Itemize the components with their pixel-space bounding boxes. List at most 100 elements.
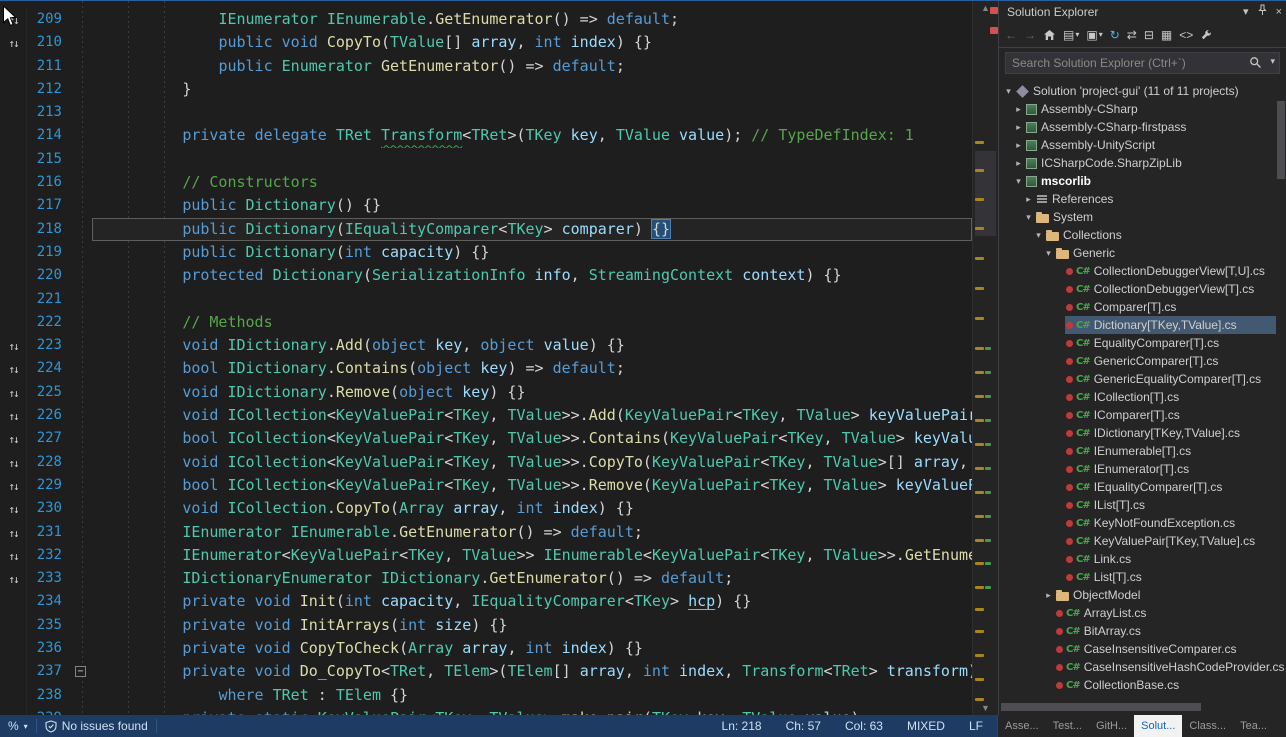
code-text[interactable]: bool IDictionary.Contains(object key) =>…: [92, 357, 972, 380]
tool-window-tab[interactable]: Class...: [1182, 715, 1233, 737]
glyph-margin-cell[interactable]: ↑↓: [0, 474, 26, 497]
properties-icon[interactable]: [1200, 29, 1212, 41]
chevron-collapsed-icon[interactable]: ▸: [1012, 158, 1025, 169]
tree-item[interactable]: C#CaseInsensitiveHashCodeProvider.cs: [999, 658, 1276, 676]
back-icon[interactable]: ←: [1005, 28, 1017, 42]
code-text[interactable]: void ICollection<KeyValuePair<TKey, TVal…: [92, 404, 972, 427]
implements-icon[interactable]: ↑↓: [8, 433, 17, 446]
code-text[interactable]: public Dictionary(int capacity) {}: [92, 241, 972, 264]
tree-item[interactable]: ▸References: [999, 190, 1276, 208]
tool-window-tab[interactable]: GitH...: [1089, 715, 1134, 737]
code-text[interactable]: public Dictionary() {}: [92, 194, 972, 217]
tree-item[interactable]: ▸ObjectModel: [999, 586, 1276, 604]
collapse-all-icon[interactable]: ⊟: [1144, 28, 1154, 42]
chevron-collapsed-icon[interactable]: ▸: [1012, 140, 1025, 151]
implements-icon[interactable]: ↑↓: [8, 503, 17, 516]
implements-icon[interactable]: ↑↓: [8, 550, 17, 563]
glyph-margin-cell[interactable]: ↑↓: [0, 521, 26, 544]
tree-item[interactable]: C#ArrayList.cs: [999, 604, 1276, 622]
chevron-expanded-icon[interactable]: ▾: [1012, 176, 1025, 187]
window-position-icon[interactable]: ▾: [1243, 5, 1249, 18]
tool-window-tab[interactable]: Asse...: [998, 715, 1046, 737]
glyph-margin-cell[interactable]: [0, 124, 26, 147]
tool-window-tab[interactable]: Tea...: [1233, 715, 1274, 737]
tree-item[interactable]: C#IList[T].cs: [999, 496, 1276, 514]
code-text[interactable]: public Dictionary(IEqualityComparer<TKey…: [92, 218, 972, 241]
fold-collapse-box[interactable]: −: [75, 666, 86, 677]
tree-item[interactable]: C#CollectionDebuggerView[T].cs: [999, 280, 1276, 298]
implements-icon[interactable]: ↑↓: [8, 527, 17, 540]
code-text[interactable]: bool ICollection<KeyValuePair<TKey, TVal…: [92, 474, 972, 497]
glyph-margin-cell[interactable]: [0, 55, 26, 78]
code-text[interactable]: public Enumerator GetEnumerator() => def…: [92, 55, 972, 78]
implements-icon[interactable]: ↑↓: [8, 573, 17, 586]
tree-item[interactable]: C#CollectionDebuggerView[T,U].cs: [999, 262, 1276, 280]
glyph-margin-cell[interactable]: [0, 311, 26, 334]
code-text[interactable]: protected Dictionary(SerializationInfo i…: [92, 264, 972, 287]
tree-item[interactable]: C#IEqualityComparer[T].cs: [999, 478, 1276, 496]
code-text[interactable]: [92, 101, 972, 124]
code-text[interactable]: [92, 148, 972, 171]
implements-icon[interactable]: ↑↓: [8, 480, 17, 493]
filter-icon[interactable]: ▣▾: [1086, 28, 1102, 42]
glyph-margin-cell[interactable]: ↑↓: [0, 334, 26, 357]
code-text[interactable]: private static KeyValuePair<TKey, TValue…: [92, 707, 972, 715]
tree-item[interactable]: ▾System: [999, 208, 1276, 226]
code-text[interactable]: IEnumerator IEnumerable.GetEnumerator() …: [92, 8, 972, 31]
code-editor[interactable]: ↑↓209 IEnumerator IEnumerable.GetEnumera…: [0, 1, 972, 715]
tree-item[interactable]: C#CaseInsensitiveComparer.cs: [999, 640, 1276, 658]
search-options-icon[interactable]: ▾: [1270, 56, 1275, 67]
pin-icon[interactable]: [1257, 4, 1268, 19]
tree-item[interactable]: C#GenericComparer[T].cs: [999, 352, 1276, 370]
switch-views-icon[interactable]: ▤▾: [1063, 28, 1079, 42]
glyph-margin-cell[interactable]: [0, 241, 26, 264]
code-text[interactable]: }: [92, 78, 972, 101]
tree-item[interactable]: ▸Assembly-UnityScript: [999, 136, 1276, 154]
code-text[interactable]: public void CopyTo(TValue[] array, int i…: [92, 31, 972, 54]
glyph-margin-cell[interactable]: [0, 637, 26, 660]
glyph-margin-cell[interactable]: [0, 614, 26, 637]
tree-item[interactable]: C#IEnumerator[T].cs: [999, 460, 1276, 478]
se-scrollbar-thumb[interactable]: [1277, 101, 1285, 179]
tree-item[interactable]: ▸ICSharpCode.SharpZipLib: [999, 154, 1276, 172]
glyph-margin-cell[interactable]: ↑↓: [0, 357, 26, 380]
tree-item[interactable]: C#IComparer[T].cs: [999, 406, 1276, 424]
glyph-margin-cell[interactable]: [0, 264, 26, 287]
chevron-collapsed-icon[interactable]: ▸: [1012, 122, 1025, 133]
code-text[interactable]: // Constructors: [92, 171, 972, 194]
glyph-margin-cell[interactable]: ↑↓: [0, 31, 26, 54]
tree-item[interactable]: ▾Generic: [999, 244, 1276, 262]
glyph-margin-cell[interactable]: [0, 148, 26, 171]
tree-item[interactable]: C#KeyNotFoundException.cs: [999, 514, 1276, 532]
glyph-margin-cell[interactable]: ↑↓: [0, 404, 26, 427]
code-text[interactable]: [92, 288, 972, 311]
code-text[interactable]: void ICollection<KeyValuePair<TKey, TVal…: [92, 451, 972, 474]
tree-item[interactable]: C#BitArray.cs: [999, 622, 1276, 640]
chevron-expanded-icon[interactable]: ▾: [1022, 212, 1035, 223]
close-icon[interactable]: ×: [1276, 6, 1282, 18]
implements-icon[interactable]: ↑↓: [8, 37, 17, 50]
glyph-margin-cell[interactable]: ↑↓: [0, 544, 26, 567]
glyph-margin-cell[interactable]: [0, 78, 26, 101]
scroll-down-icon[interactable]: ▼: [973, 703, 998, 713]
implements-icon[interactable]: ↑↓: [8, 410, 17, 423]
glyph-margin-cell[interactable]: ↑↓: [0, 497, 26, 520]
tree-item[interactable]: ▾Solution 'project-gui' (11 of 11 projec…: [999, 82, 1276, 100]
scrollbar-thumb[interactable]: [975, 151, 996, 236]
implements-icon[interactable]: ↑↓: [8, 457, 17, 470]
tree-item[interactable]: ▾Collections: [999, 226, 1276, 244]
tree-item[interactable]: C#EqualityComparer[T].cs: [999, 334, 1276, 352]
se-hscrollbar-thumb[interactable]: [1001, 703, 1201, 711]
tree-item[interactable]: C#Link.cs: [999, 550, 1276, 568]
glyph-margin-cell[interactable]: [0, 660, 26, 683]
code-text[interactable]: where TRet : TElem {}: [92, 684, 972, 707]
chevron-collapsed-icon[interactable]: ▸: [1042, 590, 1055, 601]
tree-item[interactable]: ▾mscorlib: [999, 172, 1276, 190]
issues-indicator[interactable]: No issues found: [37, 715, 156, 737]
code-text[interactable]: void ICollection.CopyTo(Array array, int…: [92, 497, 972, 520]
code-text[interactable]: // Methods: [92, 311, 972, 334]
chevron-collapsed-icon[interactable]: ▸: [1012, 104, 1025, 115]
tree-item[interactable]: C#Dictionary[TKey,TValue].cs: [999, 316, 1276, 334]
glyph-margin-cell[interactable]: [0, 288, 26, 311]
code-text[interactable]: IEnumerator<KeyValuePair<TKey, TValue>> …: [92, 544, 972, 567]
